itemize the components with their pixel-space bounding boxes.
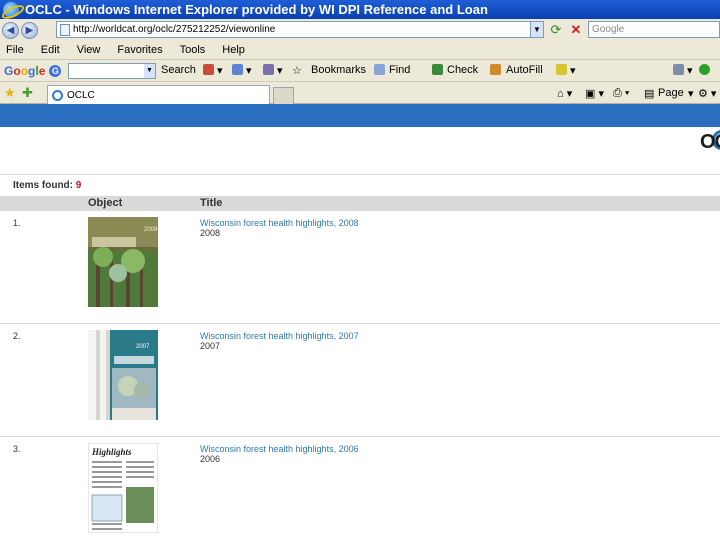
column-header-title: Title <box>200 197 223 209</box>
menu-bar: File Edit View Favorites Tools Help <box>0 41 720 60</box>
wrench-icon[interactable]: ▾ <box>673 64 693 77</box>
column-header-object: Object <box>88 197 123 209</box>
cover-thumbnail[interactable]: Highlights <box>88 443 158 533</box>
search-input[interactable]: Google <box>588 21 720 38</box>
result-row: 1. 2008 Wisconsin forest health highligh… <box>0 211 720 324</box>
address-toolbar: ◀ ▶ http://worldcat.org/oclc/275212252/v… <box>0 19 720 41</box>
items-found: Items found: 9 <box>13 180 81 191</box>
print-icon[interactable]: ⎙ ▾ <box>613 87 629 100</box>
find-icon[interactable] <box>374 64 388 77</box>
address-field[interactable]: http://worldcat.org/oclc/275212252/viewo… <box>56 21 544 38</box>
cover-year: 2008 <box>144 227 158 233</box>
star-bookmark-icon[interactable]: ☆ <box>292 64 302 77</box>
forward-arrow-icon[interactable]: ▶ <box>21 21 38 39</box>
items-found-count: 9 <box>75 180 82 191</box>
google-search-input[interactable]: ▼ <box>68 63 156 79</box>
oclc-logo-area: OCLC <box>0 127 720 175</box>
highlighter-icon[interactable]: ▾ <box>556 64 576 77</box>
result-date: 2006 <box>200 454 221 464</box>
google-logo: Google <box>4 63 46 78</box>
result-date: 2008 <box>200 228 221 238</box>
tab-label: OCLC <box>67 89 95 101</box>
cover-thumbnail[interactable]: 2007 <box>88 330 158 420</box>
results-header: Object Title <box>0 196 720 211</box>
page-icon <box>60 23 70 36</box>
google-search-button[interactable]: Search <box>161 64 196 76</box>
address-url[interactable]: http://worldcat.org/oclc/275212252/viewo… <box>73 24 275 35</box>
home-icon[interactable]: ⌂ ▾ <box>557 87 572 100</box>
window-title: OCLC - Windows Internet Explorer provide… <box>25 2 488 17</box>
web-content: OCLC Items found: 9 Object Title 1. 2008 <box>0 104 720 540</box>
status-green-icon[interactable] <box>699 64 713 77</box>
result-title-link[interactable]: Wisconsin forest health highlights, 2008 <box>200 218 359 228</box>
tab-oclc[interactable]: OCLC <box>47 85 270 104</box>
tools-menu-icon[interactable]: ⚙ ▾ <box>698 87 716 100</box>
cover-thumbnail[interactable]: 2008 <box>88 217 158 307</box>
favorites-star-icon[interactable]: ★ <box>4 85 16 101</box>
tab-bar: ★ ✚ OCLC ⌂ ▾ ▣ ▾ ⎙ ▾ ▤ Page ▾ ⚙ ▾ <box>0 82 720 104</box>
spellcheck-icon[interactable] <box>432 64 446 77</box>
window-titlebar: OCLC - Windows Internet Explorer provide… <box>0 0 720 19</box>
result-title-link[interactable]: Wisconsin forest health highlights, 2007 <box>200 331 359 341</box>
cover-year: 2007 <box>136 344 150 350</box>
stop-icon[interactable]: ✕ <box>567 21 585 38</box>
items-found-label: Items found: <box>13 180 73 191</box>
address-dropdown-icon[interactable]: ▼ <box>530 22 543 37</box>
oclc-favicon-icon <box>52 89 63 101</box>
google-toolbar: Google G ▼ Search ▾ ▾ ▾ ☆ Bookmarks Find… <box>0 60 720 82</box>
result-number: 2. <box>13 331 21 341</box>
check-button[interactable]: Check <box>447 64 478 76</box>
menu-edit[interactable]: Edit <box>41 44 60 56</box>
cover-title-text: Highlights <box>91 447 132 457</box>
page-menu-button[interactable]: Page <box>658 87 684 99</box>
back-arrow-icon[interactable]: ◀ <box>2 21 19 39</box>
google-badge-icon[interactable]: G <box>49 64 62 77</box>
add-favorite-icon[interactable]: ✚ <box>22 85 33 101</box>
result-title-link[interactable]: Wisconsin forest health highlights, 2006 <box>200 444 359 454</box>
menu-favorites[interactable]: Favorites <box>117 44 162 56</box>
menu-view[interactable]: View <box>77 44 101 56</box>
menu-help[interactable]: Help <box>222 44 245 56</box>
new-tab-button[interactable] <box>273 87 294 104</box>
result-date: 2007 <box>200 341 221 351</box>
refresh-icon[interactable]: ⟳ <box>547 21 565 38</box>
feeds-icon[interactable]: ▣ ▾ <box>585 87 604 100</box>
google-search-dropdown-icon[interactable]: ▼ <box>144 64 155 78</box>
autofill-button[interactable]: AutoFill <box>506 64 543 76</box>
page-menu-arrow-icon[interactable]: ▾ <box>688 87 694 100</box>
menu-tools[interactable]: Tools <box>180 44 206 56</box>
menu-file[interactable]: File <box>6 44 24 56</box>
page-menu-icon[interactable]: ▤ <box>644 87 654 100</box>
oclc-banner <box>0 104 720 127</box>
oclc-logo[interactable]: OCLC <box>700 131 720 154</box>
news-icon[interactable]: ▾ <box>263 64 283 77</box>
result-row: 2. 2007 Wisconsin forest health highligh… <box>0 324 720 437</box>
internet-explorer-icon <box>3 1 19 18</box>
result-row: 3. Highlights Wisconsin forest health hi… <box>0 437 720 540</box>
popup-blocker-icon[interactable]: ▾ <box>203 64 223 77</box>
result-number: 1. <box>13 218 21 228</box>
bookmarks-button[interactable]: Bookmarks <box>311 64 366 76</box>
result-number: 3. <box>13 444 21 454</box>
autofill-icon[interactable] <box>490 64 504 77</box>
find-button[interactable]: Find <box>389 64 410 76</box>
puzzle-icon[interactable]: ▾ <box>232 64 252 77</box>
